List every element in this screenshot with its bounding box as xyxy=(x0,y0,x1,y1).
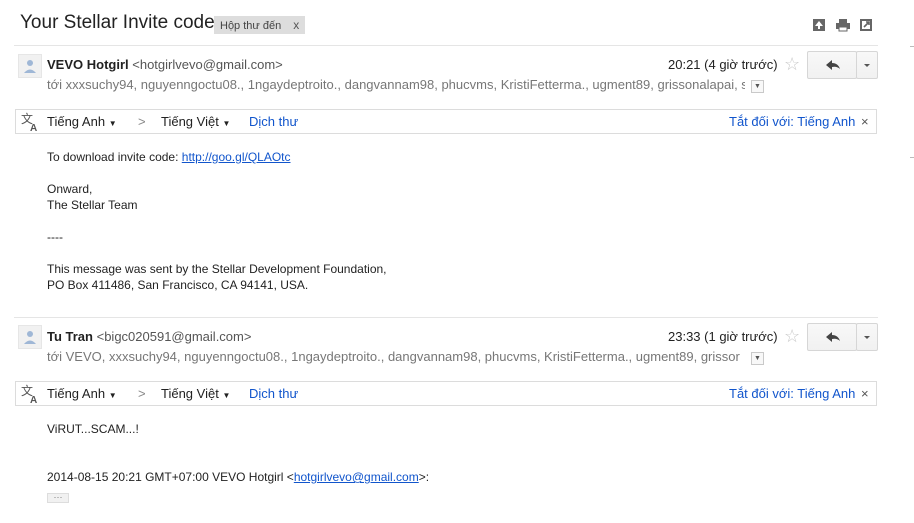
show-details-icon[interactable]: ▼ xyxy=(751,80,764,93)
reply-icon xyxy=(826,332,840,342)
body-line: The Stellar Team xyxy=(47,198,138,212)
sender-email: <bigc020591@gmail.com> xyxy=(96,329,252,344)
target-language: Tiếng Việt xyxy=(161,386,219,401)
sender-name: Tu Tran xyxy=(47,329,93,344)
show-trimmed-content-button[interactable]: ··· xyxy=(47,493,69,503)
message-time: 23:33 (1 giờ trước) xyxy=(668,329,778,344)
sender[interactable]: Tu Tran <bigc020591@gmail.com> xyxy=(47,329,251,344)
target-language-select[interactable]: Tiếng Việt ▼ xyxy=(161,386,230,401)
body-line: To download invite code: http://goo.gl/Q… xyxy=(47,149,291,165)
reply-icon xyxy=(826,60,840,70)
more-actions-button[interactable] xyxy=(856,51,878,79)
more-actions-button[interactable] xyxy=(856,323,878,351)
source-language-select[interactable]: Tiếng Anh ▼ xyxy=(47,114,117,129)
chevron-down-icon xyxy=(864,64,870,67)
scroll-marker xyxy=(910,157,914,158)
translate-icon: 文A xyxy=(21,111,41,137)
scroll-marker xyxy=(910,46,914,47)
translate-bar: 文A Tiếng Anh ▼ > Tiếng Việt ▼ Dịch thư T… xyxy=(15,109,877,134)
reply-button[interactable] xyxy=(807,323,857,351)
quote-email-link[interactable]: hotgirlvevo@gmail.com xyxy=(294,470,419,484)
caret-down-icon: ▼ xyxy=(222,391,231,400)
caret-down-icon: ▼ xyxy=(108,391,117,400)
turn-off-translation-link[interactable]: Tắt đối với: Tiếng Anh xyxy=(729,386,855,401)
arrow-right-icon: > xyxy=(138,386,146,401)
star-icon[interactable]: ☆ xyxy=(784,55,800,73)
divider xyxy=(14,317,878,318)
quote-suffix: >: xyxy=(418,470,430,484)
caret-down-icon: ▼ xyxy=(108,119,117,128)
source-language: Tiếng Anh xyxy=(47,386,106,401)
quote-prefix: 2014-08-15 20:21 GMT+07:00 VEVO Hotgirl … xyxy=(47,470,294,484)
remove-label-button[interactable]: x xyxy=(293,18,299,32)
new-window-icon[interactable] xyxy=(859,18,873,32)
body-line: ---- xyxy=(47,230,63,244)
body-line: ViRUT...SCAM...! xyxy=(47,422,139,436)
sender-email: <hotgirlvevo@gmail.com> xyxy=(132,57,283,72)
translate-message-link[interactable]: Dịch thư xyxy=(249,114,298,129)
translate-icon: 文A xyxy=(21,383,41,409)
body-line: This message was sent by the Stellar Dev… xyxy=(47,262,387,276)
target-language-select[interactable]: Tiếng Việt ▼ xyxy=(161,114,230,129)
print-icon[interactable] xyxy=(836,18,850,32)
avatar xyxy=(18,325,42,349)
inbox-label-chip[interactable]: Hộp thư đến x xyxy=(214,16,306,34)
expand-all-icon[interactable] xyxy=(812,18,826,32)
message-time: 20:21 (4 giờ trước) xyxy=(668,57,778,72)
body-text: To download invite code: xyxy=(47,150,182,164)
label-text: Hộp thư đến xyxy=(220,20,282,32)
chevron-down-icon xyxy=(864,336,870,339)
invite-link[interactable]: http://goo.gl/QLAOtc xyxy=(182,150,291,164)
translate-bar: 文A Tiếng Anh ▼ > Tiếng Việt ▼ Dịch thư T… xyxy=(15,381,877,406)
translate-message-link[interactable]: Dịch thư xyxy=(249,386,298,401)
source-language-select[interactable]: Tiếng Anh ▼ xyxy=(47,386,117,401)
sender[interactable]: VEVO Hotgirl <hotgirlvevo@gmail.com> xyxy=(47,57,283,72)
svg-text:A: A xyxy=(30,395,37,404)
sender-name: VEVO Hotgirl xyxy=(47,57,129,72)
star-icon[interactable]: ☆ xyxy=(784,327,800,345)
turn-off-translation-link[interactable]: Tắt đối với: Tiếng Anh xyxy=(729,114,855,129)
caret-down-icon: ▼ xyxy=(222,119,231,128)
body-line: Onward, xyxy=(47,182,93,196)
svg-text:A: A xyxy=(30,123,37,132)
source-language: Tiếng Anh xyxy=(47,114,106,129)
reply-button[interactable] xyxy=(807,51,857,79)
body-line: PO Box 411486, San Francisco, CA 94141, … xyxy=(47,278,309,292)
quoted-header: 2014-08-15 20:21 GMT+07:00 VEVO Hotgirl … xyxy=(47,469,429,485)
recipients: tới VEVO, xxxsuchy94, nguyenngoctu08., 1… xyxy=(47,349,740,364)
email-subject: Your Stellar Invite code xyxy=(20,12,215,33)
show-details-icon[interactable]: ▼ xyxy=(751,352,764,365)
close-icon[interactable]: × xyxy=(861,386,869,401)
recipients: tới xxxsuchy94, nguyenngoctu08., 1ngayde… xyxy=(47,77,745,92)
target-language: Tiếng Việt xyxy=(161,114,219,129)
avatar xyxy=(18,54,42,78)
arrow-right-icon: > xyxy=(138,114,146,129)
close-icon[interactable]: × xyxy=(861,114,869,129)
divider xyxy=(14,45,878,46)
